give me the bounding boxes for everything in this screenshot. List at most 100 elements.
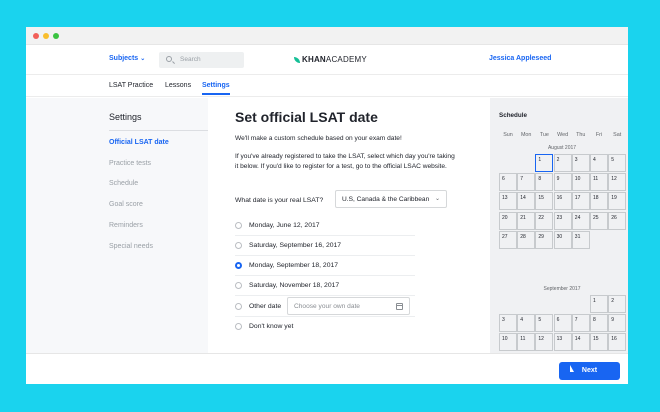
calendar-day[interactable]: 28 — [517, 230, 536, 249]
calendar-day[interactable]: 20 — [499, 211, 517, 230]
calendar-day[interactable]: 23 — [553, 211, 572, 230]
calendar-day-number: 7 — [520, 176, 523, 183]
top-navigation: Subjects ⌄ Search KHANACADEMY Jessica App… — [26, 45, 628, 75]
weekday-header: Mon — [520, 132, 532, 138]
calendar-day[interactable]: 17 — [571, 192, 590, 211]
sidebar-item-special-needs[interactable]: Special needs — [109, 243, 153, 250]
calendar-day-number: 27 — [502, 233, 508, 240]
sidebar-item-practice-tests[interactable]: Practice tests — [109, 160, 151, 167]
calendar-day[interactable]: 3 — [571, 154, 590, 172]
page-title: Set official LSAT date — [235, 109, 378, 125]
calendar-day[interactable]: 24 — [571, 211, 590, 230]
subjects-menu[interactable]: Subjects ⌄ — [109, 55, 145, 62]
calendar-day[interactable]: 13 — [553, 333, 572, 352]
radio-button[interactable] — [235, 242, 242, 249]
calendar-day[interactable]: 16 — [553, 192, 572, 211]
chevron-down-icon: ⌄ — [434, 196, 440, 202]
search-box[interactable]: Search — [159, 52, 244, 68]
radio-button[interactable] — [235, 303, 242, 310]
search-icon — [166, 56, 172, 62]
calendar-day[interactable]: 3 — [499, 314, 517, 333]
calendar-day[interactable]: 10 — [571, 173, 590, 192]
date-option[interactable]: Saturday, September 16, 2017 — [235, 236, 415, 256]
calendar-day[interactable]: 4 — [590, 154, 608, 172]
date-option[interactable]: Monday, June 12, 2017 — [235, 216, 415, 236]
calendar-day[interactable]: 26 — [608, 211, 627, 230]
calendar-day[interactable]: 4 — [517, 314, 536, 333]
calendar-day[interactable]: 12 — [608, 173, 627, 192]
tab-lessons[interactable]: Lessons — [165, 82, 191, 89]
weekday-header: Sat — [613, 132, 622, 138]
calendar-day[interactable]: 18 — [590, 192, 608, 211]
calendar-day-number: 31 — [574, 233, 581, 240]
calendar-day[interactable]: 14 — [571, 333, 590, 352]
calendar-day-number: 3 — [574, 157, 578, 163]
date-option[interactable]: Saturday, November 18, 2017 — [235, 276, 415, 296]
calendar-day[interactable]: 10 — [499, 333, 517, 352]
calendar-day[interactable]: 29 — [535, 230, 554, 249]
calendar-day[interactable]: 12 — [535, 333, 554, 352]
calendar-day-number: 16 — [556, 195, 563, 202]
schedule-title: Schedule — [499, 112, 527, 119]
dont-know-option[interactable]: Don't know yet — [235, 317, 415, 337]
calendar-day-number: 12 — [611, 176, 617, 183]
calendar-day[interactable]: 22 — [535, 211, 554, 230]
calendar-day[interactable]: 30 — [553, 230, 572, 249]
user-name-link[interactable]: Jessica Appleseed — [489, 55, 551, 62]
instructions-text: If you've already registered to take the… — [235, 153, 455, 170]
calendar-day[interactable]: 2 — [553, 154, 572, 172]
calendar-day[interactable]: 8 — [590, 314, 608, 333]
calendar-day[interactable]: 11 — [517, 333, 536, 352]
sidebar-item-schedule[interactable]: Schedule — [109, 180, 138, 187]
region-select[interactable]: U.S, Canada & the Caribbean ⌄ — [335, 190, 447, 208]
maximize-window-dot[interactable] — [53, 33, 59, 39]
tab-lsat-practice[interactable]: LSAT Practice — [109, 82, 153, 89]
calendar-day[interactable]: 5 — [535, 314, 554, 333]
tab-settings[interactable]: Settings — [202, 82, 230, 95]
calendar-day[interactable]: 21 — [517, 211, 536, 230]
next-button[interactable]: Next — [559, 362, 620, 380]
date-option-label: Monday, June 12, 2017 — [249, 222, 320, 229]
close-window-dot[interactable] — [33, 33, 39, 39]
calendar-day-number: 2 — [611, 298, 614, 304]
calendar-day[interactable]: 15 — [590, 333, 608, 352]
calendar-icon[interactable] — [396, 303, 403, 310]
calendar-day[interactable]: 6 — [553, 314, 572, 333]
sidebar-item-official-lsat-date[interactable]: Official LSAT date — [109, 139, 169, 146]
radio-button[interactable] — [235, 222, 242, 229]
region-select-value: U.S, Canada & the Caribbean — [342, 196, 430, 203]
other-date-option[interactable]: Other date Choose your own date — [235, 297, 415, 317]
calendar-day-number: 16 — [611, 336, 617, 343]
calendar-day[interactable]: 9 — [553, 173, 572, 192]
minimize-window-dot[interactable] — [43, 33, 49, 39]
calendar-day[interactable]: 7 — [571, 314, 590, 333]
calendar-day[interactable]: 2 — [608, 295, 627, 313]
calendar-day[interactable]: 9 — [608, 314, 627, 333]
sidebar-item-reminders[interactable]: Reminders — [109, 222, 143, 229]
calendar-day[interactable]: 14 — [517, 192, 536, 211]
calendar-day[interactable]: 8 — [535, 173, 554, 192]
calendar-day-number: 30 — [556, 233, 563, 240]
khan-academy-logo[interactable]: KHANACADEMY — [294, 55, 367, 64]
calendar-day[interactable]: 19 — [608, 192, 627, 211]
calendar-day[interactable]: 27 — [499, 230, 517, 249]
date-option[interactable]: Monday, September 18, 2017 — [235, 256, 415, 276]
calendar-day[interactable]: 1 — [590, 295, 608, 313]
calendar-day[interactable]: 16 — [608, 333, 627, 352]
radio-button-selected[interactable] — [235, 262, 242, 269]
calendar-day[interactable]: 11 — [590, 173, 608, 192]
other-date-input[interactable]: Choose your own date — [287, 297, 410, 315]
radio-button[interactable] — [235, 282, 242, 289]
calendar-day[interactable]: 5 — [608, 154, 627, 172]
calendar-day[interactable]: 6 — [499, 173, 517, 192]
calendar-day[interactable]: 1 — [535, 154, 554, 172]
calendar-day[interactable]: 31 — [571, 230, 590, 249]
sidebar-item-goal-score[interactable]: Goal score — [109, 201, 143, 208]
calendar-day[interactable]: 15 — [535, 192, 554, 211]
sidebar-divider — [109, 130, 208, 131]
calendar-day[interactable]: 25 — [590, 211, 608, 230]
calendar-day[interactable]: 7 — [517, 173, 536, 192]
radio-button[interactable] — [235, 323, 242, 330]
weekday-header: Sun — [503, 132, 513, 138]
calendar-day[interactable]: 13 — [499, 192, 517, 211]
